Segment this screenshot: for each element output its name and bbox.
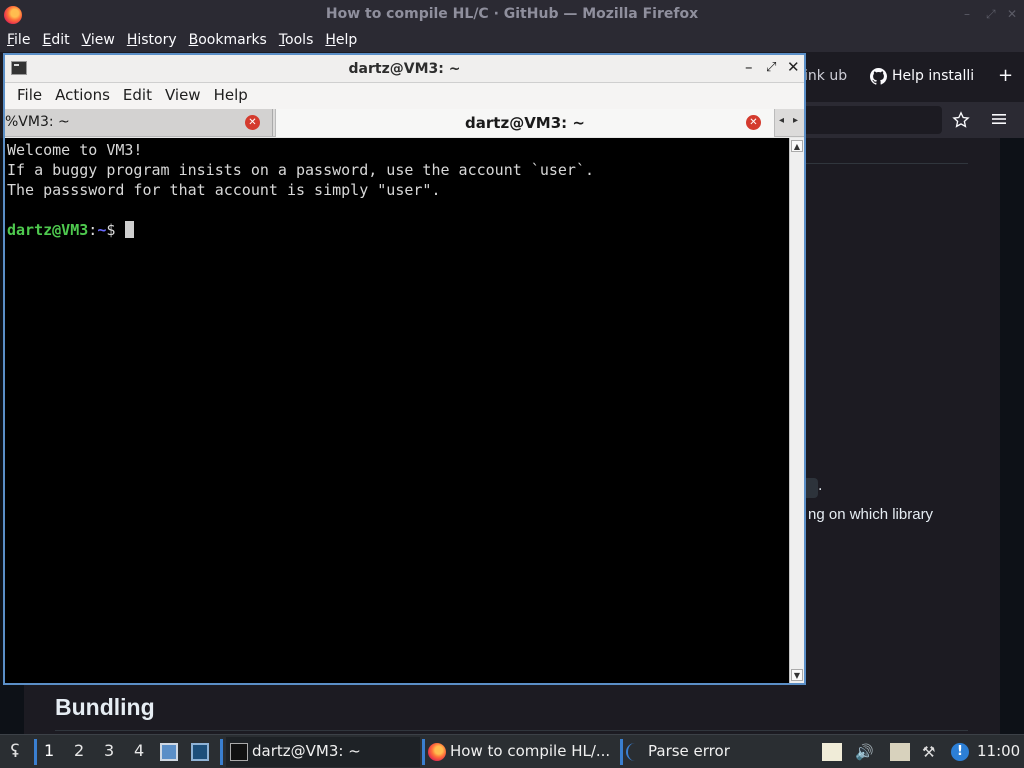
text-fragment: . bbox=[818, 478, 823, 494]
menu-edit[interactable]: Edit bbox=[117, 83, 159, 109]
tab-scroll-left-icon[interactable]: ◂ bbox=[779, 115, 784, 126]
prompt-user-host: dartz@VM3 bbox=[7, 221, 89, 239]
terminal-menubar: File Actions Edit View Help bbox=[5, 83, 804, 109]
firefox-window-title: How to compile HL/C · GitHub — Mozilla F… bbox=[325, 6, 699, 22]
close-tab-icon[interactable]: ✕ bbox=[746, 115, 761, 130]
output-line: The passsword for that account is simply… bbox=[7, 181, 441, 199]
taskbar: ʢ 1 2 3 4 dartz@VM3: ~ How to compile HL… bbox=[0, 734, 1024, 768]
maximize-icon[interactable]: ⤢ bbox=[986, 7, 996, 22]
firefox-tabstrip: ink ub Help installi + bbox=[804, 52, 1024, 102]
file-manager-icon[interactable] bbox=[160, 743, 178, 761]
terminal-window[interactable]: dartz@VM3: ~ – ⤢ ✕ File Actions Edit Vie… bbox=[3, 53, 806, 685]
prompt-colon: : bbox=[88, 221, 98, 239]
terminal-titlebar[interactable]: dartz@VM3: ~ – ⤢ ✕ bbox=[5, 55, 804, 83]
task-label: Parse error bbox=[648, 742, 730, 760]
terminal-tab-1[interactable]: %VM3: ~ ✕ bbox=[5, 109, 273, 136]
firefox-icon bbox=[428, 743, 446, 761]
menu-actions[interactable]: Actions bbox=[49, 83, 117, 109]
tab-label: %VM3: ~ bbox=[5, 114, 70, 130]
text-cursor bbox=[125, 221, 135, 238]
workspace-2[interactable]: 2 bbox=[74, 741, 84, 760]
workspace-1[interactable]: 1 bbox=[44, 741, 54, 760]
start-menu-icon[interactable]: ʢ bbox=[4, 741, 26, 763]
tab-label: dartz@VM3: ~ bbox=[465, 114, 585, 132]
prompt-line: dartz@VM3:~$ bbox=[7, 220, 789, 240]
workspace-3[interactable]: 3 bbox=[104, 741, 114, 760]
menu-view[interactable]: View bbox=[159, 83, 208, 109]
close-icon[interactable]: ✕ bbox=[1007, 7, 1017, 21]
tab-help-installing[interactable]: Help installi bbox=[892, 68, 974, 84]
scroll-down-icon[interactable]: ▼ bbox=[791, 669, 803, 681]
menu-file[interactable]: File bbox=[2, 30, 37, 52]
bookmark-star-icon[interactable] bbox=[952, 111, 970, 129]
task-parse-error[interactable]: Parse error bbox=[622, 737, 812, 767]
divider bbox=[806, 163, 968, 164]
separator bbox=[34, 739, 37, 765]
terminal-tab-2[interactable]: dartz@VM3: ~ ✕ bbox=[275, 109, 775, 137]
terminal-scrollbar[interactable]: ▲ ▼ bbox=[789, 138, 804, 683]
scroll-up-icon[interactable]: ▲ bbox=[791, 140, 803, 152]
heading-underline bbox=[55, 730, 968, 731]
url-bar[interactable] bbox=[806, 106, 942, 134]
hamburger-menu-icon[interactable] bbox=[992, 112, 1006, 126]
close-icon[interactable]: ✕ bbox=[787, 58, 800, 76]
terminal-icon bbox=[230, 743, 248, 761]
tab-partial[interactable]: ink ub bbox=[804, 68, 847, 84]
separator bbox=[220, 739, 223, 765]
github-icon bbox=[870, 68, 887, 85]
workspace-4[interactable]: 4 bbox=[134, 741, 144, 760]
menu-help[interactable]: Help bbox=[320, 30, 364, 52]
task-firefox[interactable]: How to compile HL/... bbox=[424, 737, 618, 767]
minimize-icon[interactable]: – bbox=[745, 58, 753, 76]
maximize-icon[interactable]: ⤢ bbox=[766, 60, 776, 75]
menu-tools[interactable]: Tools bbox=[274, 30, 321, 52]
firefox-titlebar: How to compile HL/C · GitHub — Mozilla F… bbox=[0, 0, 1024, 30]
task-terminal[interactable]: dartz@VM3: ~ bbox=[226, 737, 420, 767]
terminal-window-title: dartz@VM3: ~ bbox=[348, 61, 461, 77]
show-desktop-icon[interactable] bbox=[191, 743, 209, 761]
menu-help[interactable]: Help bbox=[208, 83, 255, 109]
prompt-symbol: $ bbox=[106, 221, 116, 239]
minimize-icon[interactable]: – bbox=[964, 7, 970, 21]
clipboard-icon[interactable] bbox=[890, 743, 910, 761]
firefox-menubar: File Edit View History Bookmarks Tools H… bbox=[0, 30, 1024, 52]
task-label: dartz@VM3: ~ bbox=[252, 742, 361, 760]
terminal-tabbar: %VM3: ~ ✕ dartz@VM3: ~ ✕ ◂ ▸ bbox=[5, 109, 804, 137]
menu-view[interactable]: View bbox=[77, 30, 122, 52]
prompt-path: ~ bbox=[97, 221, 107, 239]
section-heading: Bundling bbox=[55, 694, 155, 720]
menu-file[interactable]: File bbox=[11, 83, 49, 109]
notification-icon[interactable]: ! bbox=[951, 743, 969, 761]
menu-bookmarks[interactable]: Bookmarks bbox=[184, 30, 274, 52]
menu-history[interactable]: History bbox=[122, 30, 184, 52]
volume-icon[interactable]: 🔊 bbox=[855, 743, 875, 761]
output-line: If a buggy program insists on a password… bbox=[7, 161, 594, 179]
app-icon bbox=[626, 743, 644, 761]
tab-scroll-right-icon[interactable]: ▸ bbox=[793, 115, 798, 126]
clock[interactable]: 11:00 bbox=[977, 742, 1020, 760]
terminal-output[interactable]: Welcome to VM3! If a buggy program insis… bbox=[5, 138, 789, 683]
task-label: How to compile HL/... bbox=[450, 742, 611, 760]
new-tab-button[interactable]: + bbox=[998, 65, 1013, 86]
menu-edit[interactable]: Edit bbox=[37, 30, 76, 52]
network-icon[interactable]: ⚒ bbox=[922, 743, 942, 761]
output-line: Welcome to VM3! bbox=[7, 141, 143, 159]
notes-icon[interactable] bbox=[822, 743, 842, 761]
paragraph-text: ng on which library bbox=[808, 506, 934, 523]
close-tab-icon[interactable]: ✕ bbox=[245, 115, 260, 130]
